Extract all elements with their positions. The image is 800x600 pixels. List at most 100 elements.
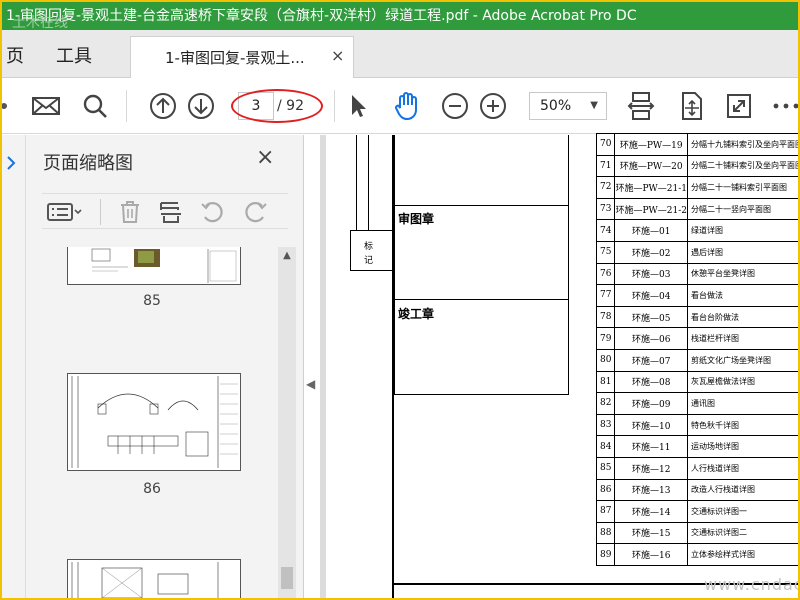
row-number: 86 xyxy=(595,478,616,502)
row-number: 81 xyxy=(595,370,616,394)
frame-line xyxy=(394,394,569,395)
frame-line xyxy=(350,230,351,270)
delete-page-icon[interactable] xyxy=(118,200,142,224)
side-label: 标 xyxy=(364,242,374,252)
drawing-title: 分幅二十铺料索引及坐向平面图 xyxy=(687,154,798,178)
separator xyxy=(100,199,101,225)
drawing-title: 看台台阶做法 xyxy=(687,305,798,329)
row-number: 76 xyxy=(595,262,616,286)
drawing-title: 分幅十九铺料索引及坐向平面图 xyxy=(687,133,798,156)
fullscreen-icon[interactable] xyxy=(724,92,754,120)
scroll-up-icon[interactable]: ▲ xyxy=(278,247,296,265)
table-row: 87 环施—14 交通标识详图一 xyxy=(595,500,798,523)
close-tab-icon[interactable]: × xyxy=(331,46,344,65)
fit-width-icon[interactable] xyxy=(626,92,656,120)
row-number: 72 xyxy=(595,176,616,199)
tab-home[interactable]: 页 xyxy=(6,42,24,68)
thumbnail-options-icon[interactable] xyxy=(46,200,82,224)
drawing-code: 环施—PW—21-2 xyxy=(614,197,688,221)
pane-title: 页面缩略图 xyxy=(43,153,133,174)
separator xyxy=(126,90,127,122)
acrobat-window: 1-审图回复-景观土建-台金高速桥下章安段（合旗村-双洋村）绿道工程.pdf -… xyxy=(0,0,800,600)
select-cursor-icon[interactable] xyxy=(346,92,370,120)
drawing-code: 环施—07 xyxy=(614,348,688,372)
scrollbar-thumb[interactable] xyxy=(281,567,293,589)
drawing-code: 环施—PW—19 xyxy=(614,133,688,156)
document-tab[interactable]: 1-审图回复-景观土... × xyxy=(130,36,354,78)
row-number: 74 xyxy=(595,219,616,242)
thumbnail-page-number: 86 xyxy=(143,481,161,497)
drawing-code: 环施—08 xyxy=(614,370,688,394)
page-thumbnail[interactable] xyxy=(67,373,241,471)
row-number: 70 xyxy=(595,133,616,156)
page-thumbnails-pane: 页面缩略图 × 85 86 ▲ xyxy=(26,135,304,598)
drawing-title: 栈道栏杆详图 xyxy=(687,327,798,350)
thumbnail-tools xyxy=(42,193,288,229)
row-number: 82 xyxy=(595,392,616,415)
table-row: 80 环施—07 剪纸文化广场坐凳详图 xyxy=(595,348,798,372)
row-number: 80 xyxy=(595,348,616,372)
page-thumbnail[interactable] xyxy=(67,559,241,598)
document-tab-label: 1-审图回复-景观土... xyxy=(165,49,305,67)
more-icon[interactable] xyxy=(772,92,798,120)
zoom-in-icon[interactable] xyxy=(478,92,508,120)
row-number: 85 xyxy=(595,456,616,480)
collapse-pane-icon[interactable]: ◀ xyxy=(306,377,315,391)
drawing-code: 环施—06 xyxy=(614,327,688,350)
rotate-view-icon[interactable] xyxy=(676,92,706,120)
table-row: 86 环施—13 改造人行栈道详图 xyxy=(595,478,798,502)
zoom-select[interactable]: 50% ▼ xyxy=(529,92,607,120)
zoom-value: 50% xyxy=(540,98,572,114)
drawing-code: 环施—11 xyxy=(614,435,688,458)
drawing-code: 环施—PW—21-1 xyxy=(614,176,688,199)
drawing-title: 交通标识详图一 xyxy=(687,500,798,523)
partial-icon xyxy=(2,92,12,120)
zoom-out-icon[interactable] xyxy=(440,92,470,120)
search-icon[interactable] xyxy=(80,92,110,120)
close-pane-icon[interactable]: × xyxy=(256,145,274,170)
table-row: 77 环施—04 看台做法 xyxy=(595,284,798,307)
drawing-code: 环施—14 xyxy=(614,500,688,523)
table-row: 75 环施—02 遇后详图 xyxy=(595,240,798,264)
page-thumbnail[interactable] xyxy=(67,247,241,285)
drawing-title: 分幅二十一铺料索引平面图 xyxy=(687,176,798,199)
rotate-right-icon[interactable] xyxy=(242,200,268,224)
drawing-title: 交通标识详图二 xyxy=(687,521,798,545)
row-number: 83 xyxy=(595,413,616,437)
drawing-title: 改造人行栈道详图 xyxy=(687,478,798,502)
table-row: 74 环施—01 绿道详图 xyxy=(595,219,798,242)
table-row: 85 环施—12 人行栈道详图 xyxy=(595,456,798,480)
document-view[interactable]: 标 记 审图章 竣工章 70 环施—PW—19 分幅十九铺料索引及坐向平面图 71 环施… xyxy=(320,133,798,598)
separator xyxy=(334,90,335,122)
drawing-code: 环施—04 xyxy=(614,284,688,307)
row-number: 84 xyxy=(595,435,616,458)
chevron-down-icon: ▼ xyxy=(590,100,598,111)
thumbnail-page-number: 85 xyxy=(143,293,161,309)
tab-tools[interactable]: 工具 xyxy=(56,42,92,68)
rotate-left-icon[interactable] xyxy=(200,200,226,224)
table-row: 76 环施—03 休憩平台坐凳详图 xyxy=(595,262,798,286)
prev-page-icon[interactable] xyxy=(148,92,178,120)
row-number: 87 xyxy=(595,500,616,523)
drawing-code: 环施—16 xyxy=(614,543,688,566)
drawing-title: 分幅二十一竖向平面图 xyxy=(687,197,798,221)
window-title: 1-审图回复-景观土建-台金高速桥下章安段（合旗村-双洋村）绿道工程.pdf -… xyxy=(6,8,637,24)
table-row: 78 环施—05 看台台阶做法 xyxy=(595,305,798,329)
watermark-text: www.cndao.com xyxy=(704,575,798,594)
drawing-title: 通讯图 xyxy=(687,392,798,415)
table-row: 70 环施—PW—19 分幅十九铺料索引及坐向平面图 xyxy=(595,133,798,156)
email-icon[interactable] xyxy=(30,92,62,120)
table-row: 83 环施—10 特色秋千详图 xyxy=(595,413,798,437)
row-number: 78 xyxy=(595,305,616,329)
table-row: 72 环施—PW—21-1 分幅二十一铺料索引平面图 xyxy=(595,176,798,199)
title-bar: 1-审图回复-景观土建-台金高速桥下章安段（合旗村-双洋村）绿道工程.pdf -… xyxy=(2,2,798,30)
next-page-icon[interactable] xyxy=(186,92,216,120)
drawing-title: 人行栈道详图 xyxy=(687,456,798,480)
drawing-title: 剪纸文化广场坐凳详图 xyxy=(687,348,798,372)
drawing-title: 特色秋千详图 xyxy=(687,413,798,437)
row-number: 77 xyxy=(595,284,616,307)
expand-arrow-icon[interactable] xyxy=(4,149,28,189)
hand-tool-icon[interactable] xyxy=(390,92,424,121)
insert-page-icon[interactable] xyxy=(158,200,184,224)
thumbnail-scrollbar[interactable] xyxy=(278,247,296,598)
